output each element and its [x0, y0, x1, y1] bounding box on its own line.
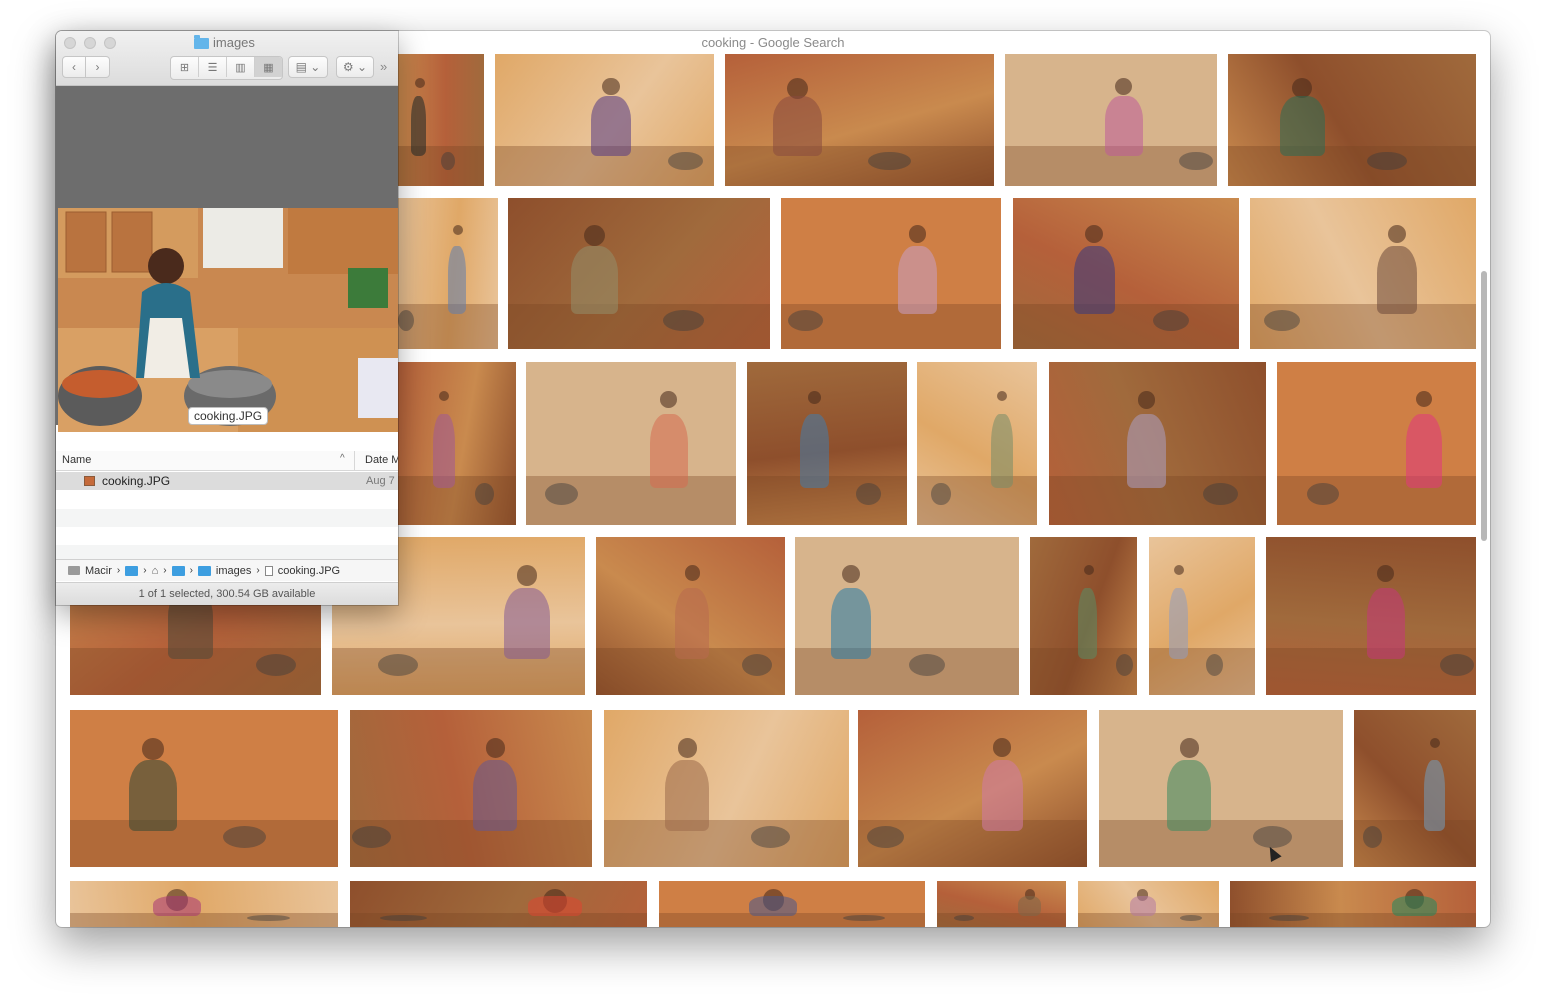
- image-result-thumbnail[interactable]: [1277, 362, 1476, 525]
- forward-button[interactable]: ›: [86, 56, 110, 78]
- finder-title-text: images: [213, 35, 255, 50]
- list-view-button[interactable]: ☰: [199, 57, 227, 77]
- columns-icon: ▥: [235, 61, 246, 74]
- home-icon[interactable]: ⌂: [152, 565, 159, 577]
- back-button[interactable]: ‹: [62, 56, 86, 78]
- image-result-thumbnail[interactable]: [1049, 362, 1266, 525]
- image-result-thumbnail[interactable]: [70, 710, 338, 867]
- icon-view-button[interactable]: ⊞: [171, 57, 199, 77]
- image-result-thumbnail[interactable]: [526, 362, 736, 525]
- image-result-thumbnail[interactable]: [1030, 537, 1137, 695]
- chevron-right-icon: ›: [143, 565, 147, 576]
- grid-icon: ⊞: [179, 61, 190, 74]
- folder-icon: [194, 35, 209, 49]
- chevron-right-icon: ›: [116, 565, 121, 576]
- hard-drive-icon: [68, 566, 80, 575]
- image-result-thumbnail[interactable]: [659, 881, 925, 927]
- arrange-button[interactable]: ▤ ⌄: [288, 56, 328, 78]
- image-result-thumbnail[interactable]: [1149, 537, 1255, 695]
- scrollbar[interactable]: [1481, 271, 1487, 541]
- more-icon[interactable]: »: [380, 59, 387, 74]
- folder-icon[interactable]: [171, 565, 185, 576]
- minimize-button[interactable]: [84, 37, 96, 49]
- image-result-thumbnail[interactable]: [1250, 198, 1476, 349]
- image-result-thumbnail[interactable]: [937, 881, 1066, 927]
- image-result-thumbnail[interactable]: [508, 198, 770, 349]
- image-result-thumbnail[interactable]: [1228, 54, 1476, 186]
- image-result-thumbnail[interactable]: [350, 881, 647, 927]
- folder-icon: [197, 565, 211, 576]
- folder-icon[interactable]: [125, 565, 139, 576]
- chevron-right-icon: ›: [256, 565, 260, 576]
- image-result-thumbnail[interactable]: [1099, 710, 1343, 867]
- image-file-icon: [84, 476, 95, 486]
- finder-window: images ‹ › ⊞ ☰ ▥ ▦ ▤ ⌄ ⚙ ⌄ » cooking.JPG…: [56, 31, 398, 605]
- cooking-photo: [58, 208, 398, 432]
- gallery-icon: ▦: [263, 61, 274, 74]
- list-icon: ☰: [207, 61, 218, 74]
- path-item-images[interactable]: images: [216, 565, 251, 577]
- chevron-right-icon: ›: [163, 565, 167, 576]
- path-bar: Macir › › ⌂ › › images › cooking.JPG: [56, 559, 398, 581]
- column-view-button[interactable]: ▥: [227, 57, 255, 77]
- image-result-thumbnail[interactable]: [795, 537, 1019, 695]
- image-result-thumbnail[interactable]: [1266, 537, 1476, 695]
- image-result-thumbnail[interactable]: [398, 362, 516, 525]
- image-result-thumbnail[interactable]: [70, 881, 338, 927]
- name-column-header[interactable]: Name: [62, 454, 91, 466]
- path-item-file[interactable]: cooking.JPG: [278, 565, 340, 577]
- image-result-thumbnail[interactable]: [917, 362, 1037, 525]
- gallery-view-button[interactable]: ▦: [255, 57, 282, 77]
- image-result-thumbnail[interactable]: [1078, 881, 1219, 927]
- file-date: Aug 7: [366, 475, 395, 487]
- document-icon: [264, 565, 273, 576]
- view-mode-group: ⊞ ☰ ▥ ▦: [170, 56, 283, 80]
- file-row[interactable]: cooking.JPG Aug 7: [56, 472, 398, 490]
- close-button[interactable]: [64, 37, 76, 49]
- path-item-disk[interactable]: Macir: [85, 565, 112, 577]
- zoom-button[interactable]: [104, 37, 116, 49]
- finder-title: images: [194, 35, 255, 50]
- preview-image: [58, 208, 398, 432]
- image-result-thumbnail[interactable]: [495, 54, 714, 186]
- image-result-thumbnail[interactable]: [596, 537, 785, 695]
- image-result-thumbnail[interactable]: [1013, 198, 1239, 349]
- preview-filename-label: cooking.JPG: [188, 407, 269, 425]
- image-result-thumbnail[interactable]: [1354, 710, 1476, 867]
- sort-ascending-icon: ^: [340, 453, 345, 464]
- image-result-thumbnail[interactable]: [350, 710, 592, 867]
- image-result-thumbnail[interactable]: [858, 710, 1087, 867]
- date-column-header[interactable]: Date M: [354, 451, 398, 470]
- image-result-thumbnail[interactable]: [747, 362, 907, 525]
- image-result-thumbnail[interactable]: [1005, 54, 1217, 186]
- chevron-right-icon: ›: [189, 565, 193, 576]
- file-name: cooking.JPG: [102, 474, 171, 488]
- gear-icon: ⚙ ⌄: [342, 60, 368, 74]
- image-result-thumbnail[interactable]: [781, 198, 1001, 349]
- arrange-icon: ▤ ⌄: [295, 60, 321, 74]
- list-header: Name ^ Date M: [56, 451, 398, 471]
- image-result-thumbnail[interactable]: [398, 198, 498, 349]
- image-result-thumbnail[interactable]: [725, 54, 994, 186]
- action-button[interactable]: ⚙ ⌄: [336, 56, 374, 78]
- empty-row: [56, 509, 398, 527]
- status-bar: 1 of 1 selected, 300.54 GB available: [56, 582, 398, 605]
- finder-titlebar: images ‹ › ⊞ ☰ ▥ ▦ ▤ ⌄ ⚙ ⌄ »: [56, 31, 398, 86]
- image-result-thumbnail[interactable]: [398, 54, 484, 186]
- image-result-thumbnail[interactable]: [604, 710, 849, 867]
- image-result-thumbnail[interactable]: [1230, 881, 1476, 927]
- forward-icon: ›: [95, 60, 100, 74]
- back-icon: ‹: [72, 60, 76, 74]
